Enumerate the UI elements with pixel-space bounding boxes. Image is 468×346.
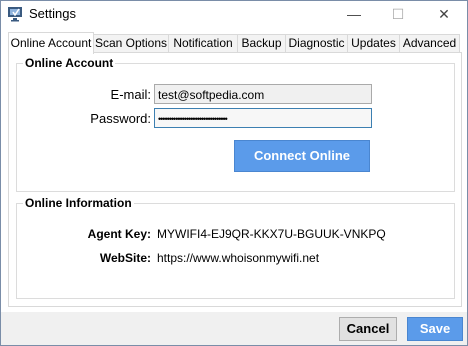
website-label: WebSite: xyxy=(99,251,151,265)
tab-updates[interactable]: Updates xyxy=(347,34,400,52)
email-field[interactable]: test@softpedia.com xyxy=(154,84,372,104)
maximize-button[interactable]: ☐ xyxy=(375,1,421,27)
tab-notification[interactable]: Notification xyxy=(168,34,238,52)
title-bar: Settings — ☐ ✕ xyxy=(1,1,467,27)
email-label: E-mail: xyxy=(110,87,151,102)
app-icon xyxy=(7,6,23,22)
agent-key-label: Agent Key: xyxy=(87,227,151,241)
settings-window: Settings — ☐ ✕ Online Account Scan Optio… xyxy=(0,0,468,346)
password-label: Password: xyxy=(90,111,151,126)
tab-scan-options[interactable]: Scan Options xyxy=(93,34,169,52)
close-button[interactable]: ✕ xyxy=(421,1,467,27)
save-button[interactable]: Save xyxy=(407,317,463,341)
password-field[interactable]: •••••••••••••••••••••••••••••••• xyxy=(154,108,372,128)
tab-bar: Online Account Scan Options Notification… xyxy=(8,32,460,54)
agent-key-value: MYWIFI4-EJ9QR-KKX7U-BGUUK-VNKPQ xyxy=(157,227,386,241)
website-value[interactable]: https://www.whoisonmywifi.net xyxy=(157,251,319,265)
tab-online-account[interactable]: Online Account xyxy=(8,32,94,54)
connect-online-button[interactable]: Connect Online xyxy=(234,140,370,172)
cancel-button[interactable]: Cancel xyxy=(339,317,397,341)
online-information-group: Online Information Agent Key: MYWIFI4-EJ… xyxy=(16,196,455,299)
online-account-group: Online Account E-mail: test@softpedia.co… xyxy=(16,56,455,192)
footer-bar: Cancel Save xyxy=(1,312,467,345)
window-title: Settings xyxy=(29,6,76,21)
tab-advanced[interactable]: Advanced xyxy=(399,34,460,52)
tab-panel: Online Account E-mail: test@softpedia.co… xyxy=(8,52,462,307)
tab-backup[interactable]: Backup xyxy=(237,34,286,52)
online-account-title: Online Account xyxy=(23,56,116,70)
minimize-button[interactable]: — xyxy=(331,1,377,27)
online-information-title: Online Information xyxy=(23,196,134,210)
tab-diagnostic[interactable]: Diagnostic xyxy=(285,34,348,52)
